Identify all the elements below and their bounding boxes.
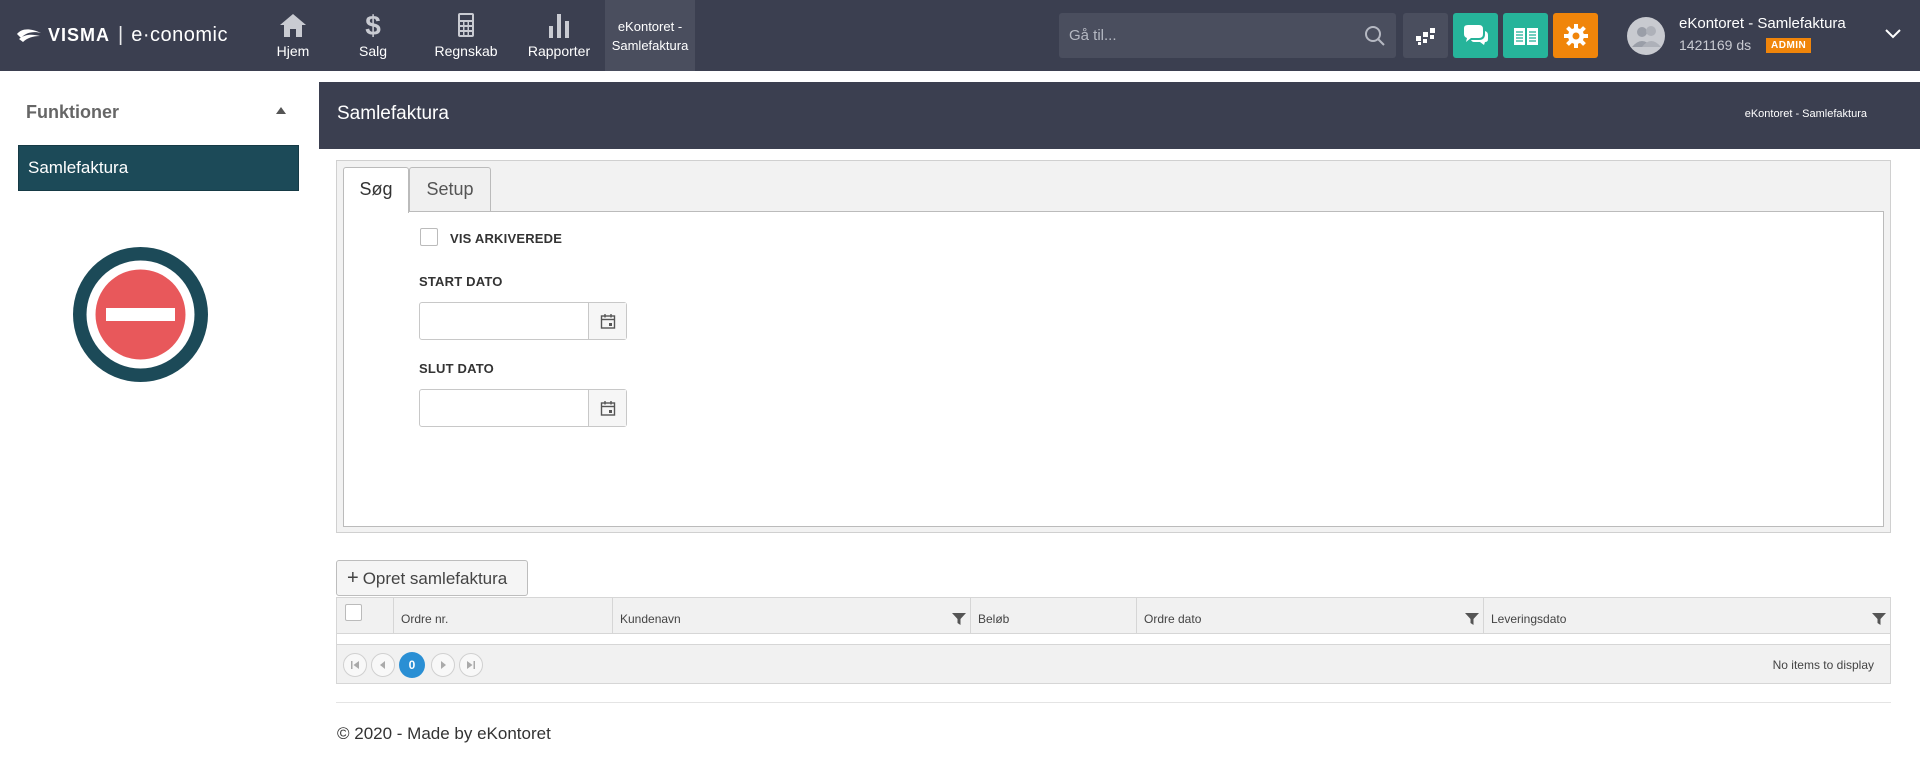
sidebar-heading-label: Funktioner	[26, 102, 119, 122]
plus-icon: +	[347, 567, 359, 589]
show-archived-checkbox[interactable]	[420, 228, 438, 246]
nav-label: Regnskab	[434, 43, 498, 59]
page-title: Samlefaktura	[337, 103, 449, 124]
brand-visma-text: VISMA	[48, 24, 111, 45]
nav-label-line1: eKontoret -	[617, 18, 683, 34]
next-page-button[interactable]	[431, 653, 455, 677]
next-page-icon	[441, 661, 446, 669]
breadcrumb[interactable]: eKontoret - Samlefaktura	[1745, 108, 1867, 120]
pager: 0 No items to display	[336, 644, 1891, 684]
footer-text: © 2020 - Made by eKontoret	[337, 724, 551, 743]
user-code: 1421169 ds	[1679, 37, 1752, 53]
home-icon	[278, 11, 308, 39]
start-date-label: START DATO	[419, 274, 503, 289]
filter-icon[interactable]	[1465, 612, 1479, 626]
last-page-icon	[467, 661, 475, 669]
bar-chart-icon	[544, 11, 574, 39]
filter-icon[interactable]	[1872, 612, 1886, 626]
nav-item-rapporter[interactable]: Rapporter	[524, 0, 594, 71]
chat-bubbles-icon	[1463, 24, 1488, 45]
show-archived-label: VIS ARKIVEREDE	[450, 231, 563, 246]
grid-body	[336, 634, 1891, 644]
apps-button[interactable]	[1403, 13, 1448, 58]
nav-label: Rapporter	[527, 43, 591, 59]
avatar	[1627, 17, 1665, 55]
column-label: Beløb	[978, 612, 1010, 626]
dollar-icon: $	[358, 11, 388, 39]
svg-text:$: $	[365, 11, 381, 39]
gear-icon	[1563, 23, 1588, 48]
help-docs-button[interactable]	[1503, 13, 1548, 58]
column-label: Leveringsdato	[1491, 612, 1567, 626]
column-header-leveringsdato[interactable]: Leveringsdato	[1483, 598, 1890, 633]
select-all-checkbox[interactable]	[345, 604, 362, 621]
search-icon[interactable]	[1364, 25, 1386, 47]
column-label: Ordre nr.	[401, 612, 449, 626]
brand-separator: |	[118, 23, 124, 46]
visma-swoosh-icon	[17, 29, 41, 42]
previous-page-icon	[380, 661, 385, 669]
chat-button[interactable]	[1453, 13, 1498, 58]
footer-divider	[336, 702, 1891, 703]
calculator-icon	[451, 11, 481, 39]
apps-dots-icon	[1415, 27, 1435, 45]
start-date-field[interactable]	[419, 302, 627, 340]
create-button-label: Opret samlefaktura	[362, 569, 508, 588]
nav-label: Salg	[358, 43, 388, 59]
nav-item-hjem[interactable]: Hjem	[263, 0, 323, 71]
current-page-indicator[interactable]: 0	[399, 652, 425, 678]
nav-label-line2: Samlefaktura	[611, 37, 689, 53]
create-samlefaktura-button[interactable]: + Opret samlefaktura	[336, 560, 528, 596]
page-header: Samlefaktura eKontoret - Samlefaktura	[319, 82, 1920, 149]
search-input[interactable]	[1059, 13, 1349, 58]
calendar-icon[interactable]	[588, 303, 626, 339]
brand-product-text: e·conomic	[131, 23, 228, 46]
filter-icon[interactable]	[952, 612, 966, 626]
caret-up-icon	[276, 107, 286, 114]
chevron-down-icon[interactable]	[1884, 27, 1902, 41]
last-page-button[interactable]	[459, 653, 483, 677]
first-page-button[interactable]	[343, 653, 367, 677]
column-label: Kundenavn	[620, 612, 681, 626]
nav-label: Hjem	[276, 43, 310, 59]
visma-economic-logo[interactable]: VISMA | e·conomic	[16, 22, 228, 48]
column-header-beloeb[interactable]: Beløb	[970, 598, 1136, 633]
ekontoret-logo	[73, 247, 208, 382]
search-box	[1059, 13, 1396, 58]
tab-content: VIS ARKIVEREDE START DATO SLUT DATO	[343, 211, 1884, 527]
search-panel: Søg Setup VIS ARKIVEREDE START DATO SLUT…	[336, 160, 1891, 533]
first-page-icon	[351, 661, 359, 669]
grid-header: Ordre nr. Kundenavn Beløb Ordre dato Lev…	[336, 597, 1891, 634]
column-header-ordre-nr[interactable]: Ordre nr.	[393, 598, 612, 633]
nav-item-salg[interactable]: $ Salg	[353, 0, 393, 71]
nav-item-regnskab[interactable]: Regnskab	[431, 0, 501, 71]
column-header-ordre-dato[interactable]: Ordre dato	[1136, 598, 1483, 633]
previous-page-button[interactable]	[371, 653, 395, 677]
settings-button[interactable]	[1553, 13, 1598, 58]
column-label: Ordre dato	[1144, 612, 1202, 626]
sidebar-item-samlefaktura[interactable]: Samlefaktura	[18, 145, 299, 191]
admin-badge: ADMIN	[1766, 38, 1812, 53]
calendar-icon[interactable]	[588, 390, 626, 426]
user-name: eKontoret - Samlefaktura	[1679, 15, 1846, 32]
end-date-field[interactable]	[419, 389, 627, 427]
top-navigation-bar: VISMA | e·conomic Hjem $ Salg Regnskab R…	[0, 0, 1920, 71]
open-book-icon	[1513, 27, 1538, 45]
end-date-label: SLUT DATO	[419, 361, 494, 376]
nav-item-ekontoret-samlefaktura[interactable]: eKontoret - Samlefaktura	[605, 0, 695, 71]
tab-setup[interactable]: Setup	[409, 167, 491, 211]
sidebar-heading[interactable]: Funktioner	[18, 96, 300, 126]
pager-info: No items to display	[1772, 658, 1874, 672]
tab-soeg[interactable]: Søg	[343, 167, 409, 213]
column-header-kundenavn[interactable]: Kundenavn	[612, 598, 970, 633]
